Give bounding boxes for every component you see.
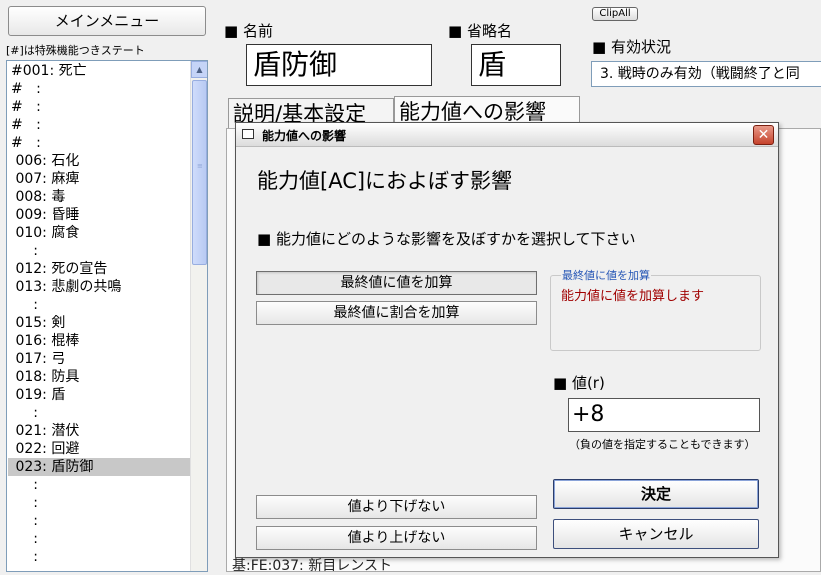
state-list-item[interactable]: # : <box>8 98 191 116</box>
state-list-item[interactable]: 015: 剣 <box>8 314 191 332</box>
stat-effect-dialog: 能力値への影響 ✕ 能力値[AC]におよぼす影響 ■ 能力値にどのような影響を及… <box>235 122 779 558</box>
state-list-item[interactable]: 008: 毒 <box>8 188 191 206</box>
name-field[interactable]: 盾防御 <box>246 44 432 86</box>
state-list-item[interactable]: : <box>8 566 191 571</box>
group-description: 能力値に値を加算します <box>561 289 705 304</box>
state-list-item[interactable]: 016: 棍棒 <box>8 332 191 350</box>
cancel-button[interactable]: キャンセル <box>553 519 759 549</box>
window-icon <box>242 129 254 139</box>
ok-button[interactable]: 決定 <box>553 479 759 509</box>
dialog-instruction: ■ 能力値にどのような影響を及ぼすかを選択して下さい <box>257 230 636 248</box>
add-value-button[interactable]: 最終値に値を加算 <box>256 271 537 295</box>
state-list-item[interactable]: : <box>8 404 191 422</box>
not-below-value-button[interactable]: 値より下げない <box>256 495 537 519</box>
not-above-value-button[interactable]: 値より上げない <box>256 526 537 550</box>
state-list-item[interactable]: 021: 潜伏 <box>8 422 191 440</box>
dialog-titlebar[interactable]: 能力値への影響 ✕ <box>236 123 778 147</box>
value-label: ■ 値(r) <box>553 374 605 392</box>
value-note: （負の値を指定することもできます） <box>569 438 756 451</box>
special-state-hint: [#]は特殊機能つきステート <box>6 44 145 57</box>
state-list-item[interactable]: : <box>8 296 191 314</box>
effect-description-group: 最終値に値を加算 能力値に値を加算します <box>550 267 761 351</box>
status-select[interactable]: 3. 戦時のみ有効（戦闘終了と同 <box>591 61 821 87</box>
state-list-item[interactable]: 019: 盾 <box>8 386 191 404</box>
state-list-scrollbar[interactable]: ▲ ≡ <box>190 61 207 571</box>
state-list-item[interactable]: : <box>8 548 191 566</box>
group-title: 最終値に値を加算 <box>561 267 651 283</box>
grip-icon: ≡ <box>197 162 203 170</box>
state-list-item[interactable]: 022: 回避 <box>8 440 191 458</box>
status-label: ■ 有効状況 <box>592 38 671 56</box>
state-list-item[interactable]: : <box>8 494 191 512</box>
state-list-item[interactable]: 009: 昏睡 <box>8 206 191 224</box>
state-list-item[interactable]: 017: 弓 <box>8 350 191 368</box>
state-list-item[interactable]: 012: 死の宣告 <box>8 260 191 278</box>
state-list-item[interactable]: 023: 盾防御 <box>8 458 191 476</box>
main-menu-button[interactable]: メインメニュー <box>8 6 206 36</box>
state-list-item[interactable]: : <box>8 512 191 530</box>
close-button[interactable]: ✕ <box>753 125 774 145</box>
state-list-item[interactable]: # : <box>8 116 191 134</box>
state-list-item[interactable]: # : <box>8 80 191 98</box>
dialog-heading: 能力値[AC]におよぼす影響 <box>257 169 513 193</box>
state-list-item[interactable]: 018: 防具 <box>8 368 191 386</box>
name-label: ■ 名前 <box>224 22 273 40</box>
scroll-up-arrow-icon[interactable]: ▲ <box>191 61 207 78</box>
scroll-thumb[interactable]: ≡ <box>192 80 207 265</box>
state-list-item[interactable]: #001: 死亡 <box>8 62 191 80</box>
state-list-item[interactable]: 006: 石化 <box>8 152 191 170</box>
add-ratio-button[interactable]: 最終値に割合を加算 <box>256 301 537 325</box>
state-list-item[interactable]: : <box>8 530 191 548</box>
clipall-button[interactable]: ClipAll <box>592 7 638 21</box>
state-list-item[interactable]: 013: 悲劇の共鳴 <box>8 278 191 296</box>
dialog-title: 能力値への影響 <box>262 129 347 143</box>
background-list-text: 基:FE:037: 新目レンスト <box>232 558 392 574</box>
state-list[interactable]: #001: 死亡 # : # : # : # : 006: 石化 007: 麻痺 008… <box>6 60 208 572</box>
state-list-item[interactable]: # : <box>8 134 191 152</box>
state-list-item[interactable]: 007: 麻痺 <box>8 170 191 188</box>
state-list-item[interactable]: : <box>8 242 191 260</box>
state-list-item[interactable]: : <box>8 476 191 494</box>
short-name-field[interactable]: 盾 <box>471 44 561 86</box>
state-list-item[interactable]: 010: 腐食 <box>8 224 191 242</box>
value-input[interactable]: +8 <box>568 398 760 432</box>
short-name-label: ■ 省略名 <box>448 22 512 40</box>
